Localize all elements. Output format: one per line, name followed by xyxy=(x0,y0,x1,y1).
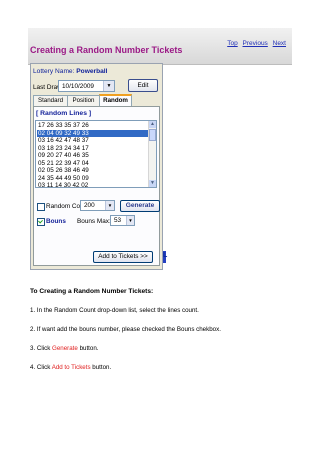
scroll-thumb[interactable] xyxy=(149,129,156,141)
list-item[interactable]: 02 05 26 38 46 49 xyxy=(37,167,150,175)
chevron-down-icon[interactable]: ▼ xyxy=(105,201,114,210)
step-4-prefix: 4. Click xyxy=(30,364,51,371)
list-item[interactable]: 03 16 42 47 48 37 xyxy=(37,137,150,145)
random-count-row: Random Count: 200 ▼ Generate xyxy=(37,200,160,212)
list-item[interactable]: 17 26 33 35 37 26 xyxy=(37,122,150,130)
last-drawing-select[interactable]: 10/10/2009 ▼ xyxy=(58,80,115,92)
nav-next-link[interactable]: Next xyxy=(273,40,286,47)
lottery-name-label: Name: xyxy=(55,68,75,75)
random-count-checkbox[interactable] xyxy=(37,203,45,211)
list-item[interactable]: 03 11 14 30 42 02 xyxy=(37,182,150,187)
list-scrollbar[interactable]: ▲ ▼ xyxy=(148,121,156,187)
instructions-title: To Creating a Random Number Tickets: xyxy=(30,288,154,295)
lottery-label: Lottery xyxy=(33,68,54,75)
scroll-down-arrow-icon[interactable]: ▼ xyxy=(149,180,156,187)
list-item[interactable]: 03 18 23 24 34 17 xyxy=(37,145,150,153)
step-3-suffix: button. xyxy=(79,345,99,352)
random-lines-list[interactable]: 17 26 33 35 37 26 02 04 09 32 49 33 03 16 … xyxy=(35,120,157,188)
step-3-prefix: 3. Click xyxy=(30,345,51,352)
step-4-suffix: button. xyxy=(92,364,112,371)
step-4-add-ref: Add to Tickets xyxy=(51,364,91,371)
app-window: Lottery Name: Powerball Last Drawing: 10… xyxy=(30,63,163,270)
tab-standard[interactable]: Standard xyxy=(33,95,68,106)
step-3: 3. Click Generate button. xyxy=(30,345,99,352)
bonus-max-value: 53 xyxy=(114,217,122,224)
list-item[interactable]: 02 04 09 32 49 33 xyxy=(37,129,150,137)
list-item[interactable]: 24 35 44 49 50 09 xyxy=(37,175,150,183)
generate-button[interactable]: Generate xyxy=(120,200,160,212)
bonus-label: Bouns xyxy=(46,218,66,225)
list-item[interactable]: 09 20 27 40 46 35 xyxy=(37,152,150,160)
lottery-name: Powerball xyxy=(76,68,108,75)
tab-position[interactable]: Position xyxy=(67,95,100,106)
top-nav: Top Previous Next xyxy=(224,40,286,47)
random-lines-rows: 17 26 33 35 37 26 02 04 09 32 49 33 03 16 … xyxy=(37,122,150,187)
random-panel: [ Random Lines ] 17 26 33 35 37 26 02 04 … xyxy=(33,106,160,266)
page-header: Top Previous Next Creating a Random Numb… xyxy=(28,28,292,65)
step-4: 4. Click Add to Tickets button. xyxy=(30,364,111,371)
nav-top-link[interactable]: Top xyxy=(227,40,237,47)
random-count-value: 200 xyxy=(84,202,95,209)
bonus-checkbox[interactable] xyxy=(37,218,45,226)
step-3-generate-ref: Generate xyxy=(52,345,78,352)
bonus-row: Bouns Bouns Max: 53 ▼ xyxy=(37,215,135,226)
bonus-max-label: Bouns Max: xyxy=(77,218,111,225)
add-to-tickets-button[interactable]: Add to Tickets >> xyxy=(93,251,153,263)
edit-button[interactable]: Edit xyxy=(128,79,158,92)
random-count-select[interactable]: 200 ▼ xyxy=(80,200,115,211)
last-drawing-value: 10/10/2009 xyxy=(62,83,94,90)
chevron-down-icon[interactable]: ▼ xyxy=(126,216,134,225)
edge-letter: L xyxy=(163,252,168,259)
chevron-down-icon[interactable]: ▼ xyxy=(103,81,114,91)
step-1: 1. In the Random Count drop-down list, s… xyxy=(30,307,199,314)
nav-previous-link[interactable]: Previous xyxy=(243,40,268,47)
page-title: Creating a Random Number Tickets xyxy=(30,45,183,55)
random-lines-title: [ Random Lines ] xyxy=(36,110,92,117)
scroll-up-arrow-icon[interactable]: ▲ xyxy=(149,121,156,128)
bonus-max-select[interactable]: 53 ▼ xyxy=(110,215,135,226)
list-item[interactable]: 05 21 22 39 47 04 xyxy=(37,160,150,168)
lottery-row: Lottery Name: Powerball xyxy=(33,68,107,75)
step-2: 2. If want add the bouns number, please … xyxy=(30,326,221,333)
